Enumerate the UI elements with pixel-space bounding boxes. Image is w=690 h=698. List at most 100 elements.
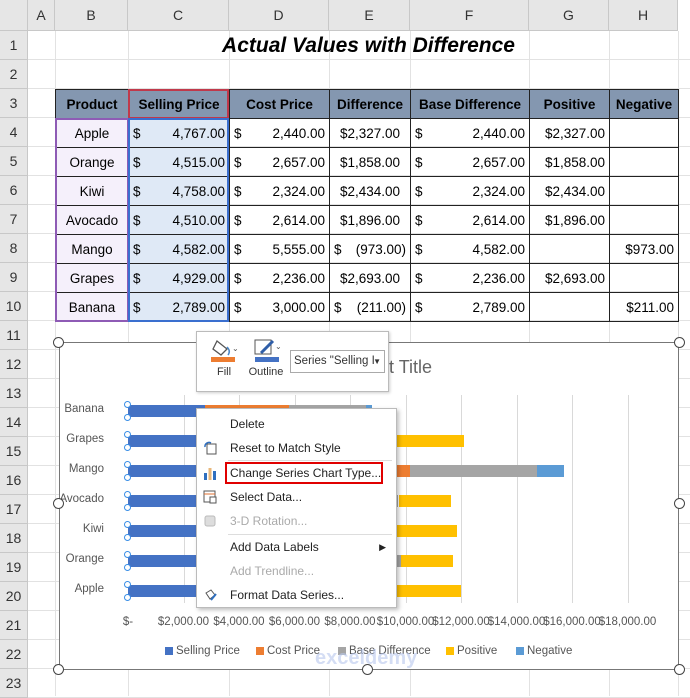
value-cell[interactable]: $2,434.00 [329,176,411,206]
value-cell[interactable]: $2,434.00 [529,176,610,206]
currency-cell[interactable]: $ (973.00) [329,234,411,264]
value-cell[interactable]: $2,327.00 [529,118,610,148]
column-header-G[interactable]: G [529,0,609,31]
currency-cell[interactable]: $2,440.00 [229,118,330,148]
row-header-18[interactable]: 18 [0,524,28,553]
column-header-A[interactable]: A [28,0,55,31]
currency-cell[interactable]: $2,236.00 [229,263,330,293]
row-header-13[interactable]: 13 [0,379,28,408]
row-header-4[interactable]: 4 [0,118,28,147]
currency-cell[interactable]: $5,555.00 [229,234,330,264]
bar-positive[interactable] [389,525,457,537]
bar-positive[interactable] [398,495,452,507]
legend-item[interactable]: Positive [446,645,497,657]
table-header[interactable]: Difference [329,89,411,119]
value-cell[interactable] [529,292,610,322]
legend-item[interactable]: Selling Price [165,645,240,657]
column-header-F[interactable]: F [410,0,529,31]
resize-handle[interactable] [53,337,64,348]
currency-cell[interactable]: $2,614.00 [410,205,530,235]
bar-negative[interactable] [536,465,564,477]
series-select-dropdown[interactable]: Series "Selling I ▼ [290,350,385,373]
currency-cell[interactable]: $2,324.00 [410,176,530,206]
value-cell[interactable]: $1,896.00 [529,205,610,235]
value-cell[interactable] [609,205,679,235]
row-header-2[interactable]: 2 [0,60,28,89]
table-header[interactable]: Base Difference [410,89,530,119]
currency-cell[interactable]: $2,324.00 [229,176,330,206]
bar-positive[interactable] [395,585,461,597]
currency-cell[interactable]: $2,657.00 [410,147,530,177]
column-header-H[interactable]: H [609,0,678,31]
resize-handle[interactable] [674,498,685,509]
bar-base-difference[interactable] [409,465,537,477]
currency-cell[interactable]: $2,614.00 [229,205,330,235]
row-header-12[interactable]: 12 [0,350,28,379]
menu-item-select-data[interactable]: Select Data... [197,485,396,509]
value-cell[interactable]: $211.00 [609,292,679,322]
value-cell[interactable]: $1,858.00 [529,147,610,177]
bar-positive[interactable] [389,435,464,447]
menu-item-add-data-labels[interactable]: Add Data Labels ▶ [197,535,396,559]
row-header-9[interactable]: 9 [0,263,28,292]
bar-selling-price[interactable] [128,405,206,417]
value-cell[interactable] [609,147,679,177]
resize-handle[interactable] [674,337,685,348]
row-header-8[interactable]: 8 [0,234,28,263]
value-cell[interactable]: $2,693.00 [529,263,610,293]
currency-cell[interactable]: $4,582.00 [410,234,530,264]
resize-handle[interactable] [53,664,64,675]
value-cell[interactable]: $973.00 [609,234,679,264]
value-cell[interactable] [609,176,679,206]
row-header-14[interactable]: 14 [0,408,28,437]
fill-button[interactable]: ⌄ Fill [205,337,243,387]
column-header-E[interactable]: E [329,0,410,31]
menu-item-format-data-series[interactable]: Format Data Series... [197,583,396,607]
row-header-7[interactable]: 7 [0,205,28,234]
currency-cell[interactable]: $2,440.00 [410,118,530,148]
row-header-22[interactable]: 22 [0,640,28,669]
outline-button[interactable]: ⌄ Outline [245,337,287,387]
column-header-B[interactable]: B [55,0,128,31]
menu-item-delete[interactable]: Delete [197,412,396,436]
table-header[interactable]: Product [55,89,129,119]
value-cell[interactable] [609,263,679,293]
resize-handle[interactable] [53,498,64,509]
row-header-10[interactable]: 10 [0,292,28,321]
row-header-1[interactable]: 1 [0,31,28,60]
row-header-23[interactable]: 23 [0,669,28,698]
value-cell[interactable]: $1,858.00 [329,147,411,177]
bar-positive[interactable] [401,555,453,567]
resize-handle[interactable] [674,664,685,675]
legend-item[interactable]: Base Difference [338,645,431,657]
legend-item[interactable]: Cost Price [256,645,320,657]
table-header[interactable]: Cost Price [229,89,330,119]
column-header-D[interactable]: D [229,0,329,31]
value-cell[interactable]: $1,896.00 [329,205,411,235]
row-header-21[interactable]: 21 [0,611,28,640]
table-header[interactable]: Negative [609,89,679,119]
value-cell[interactable]: $2,327.00 [329,118,411,148]
currency-cell[interactable]: $2,657.00 [229,147,330,177]
legend-item[interactable]: Negative [516,645,572,657]
column-header-C[interactable]: C [128,0,229,31]
value-cell[interactable]: $2,693.00 [329,263,411,293]
row-header-6[interactable]: 6 [0,176,28,205]
row-header-20[interactable]: 20 [0,582,28,611]
row-header-19[interactable]: 19 [0,553,28,582]
value-cell[interactable] [609,118,679,148]
row-header-17[interactable]: 17 [0,495,28,524]
currency-cell[interactable]: $3,000.00 [229,292,330,322]
row-header-16[interactable]: 16 [0,466,28,495]
row-header-5[interactable]: 5 [0,147,28,176]
table-header[interactable]: Positive [529,89,610,119]
menu-item-reset-to-match-style[interactable]: Reset to Match Style [197,436,396,460]
currency-cell[interactable]: $ (211.00) [329,292,411,322]
currency-cell[interactable]: $2,236.00 [410,263,530,293]
value-cell[interactable] [529,234,610,264]
sheet-title[interactable]: Actual Values with Difference [128,31,609,60]
resize-handle[interactable] [362,664,373,675]
currency-cell[interactable]: $2,789.00 [410,292,530,322]
row-header-11[interactable]: 11 [0,321,28,350]
row-header-3[interactable]: 3 [0,89,28,118]
